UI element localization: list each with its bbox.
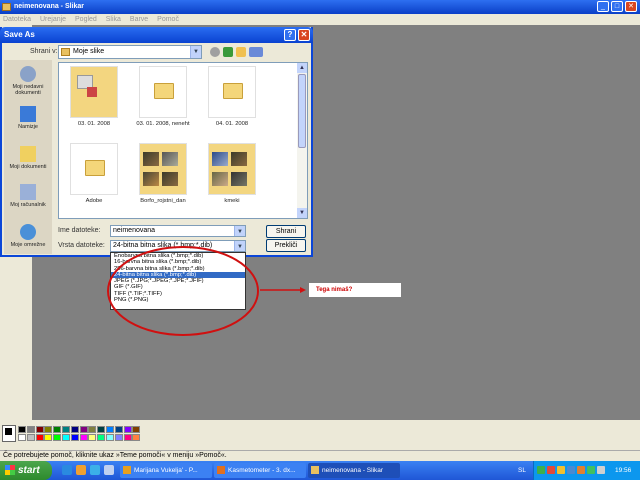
annotation-callout: Tega nimaš? [309, 283, 401, 297]
annotation-ellipse [107, 246, 259, 336]
arrow-head-icon [300, 287, 306, 293]
annotation-overlay [107, 246, 306, 336]
